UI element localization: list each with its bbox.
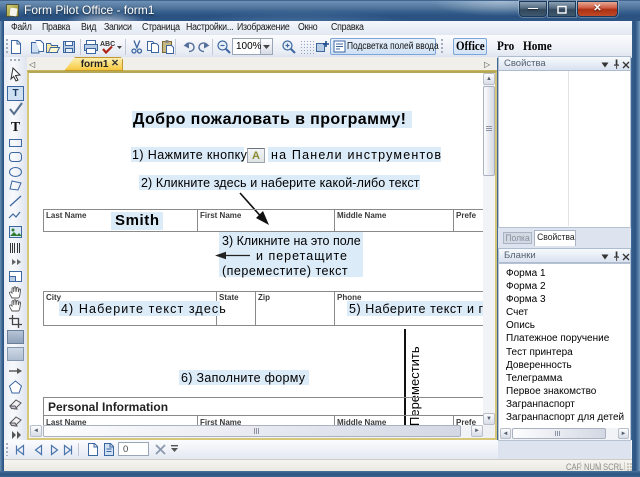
svg-text:ABC: ABC — [100, 41, 115, 48]
